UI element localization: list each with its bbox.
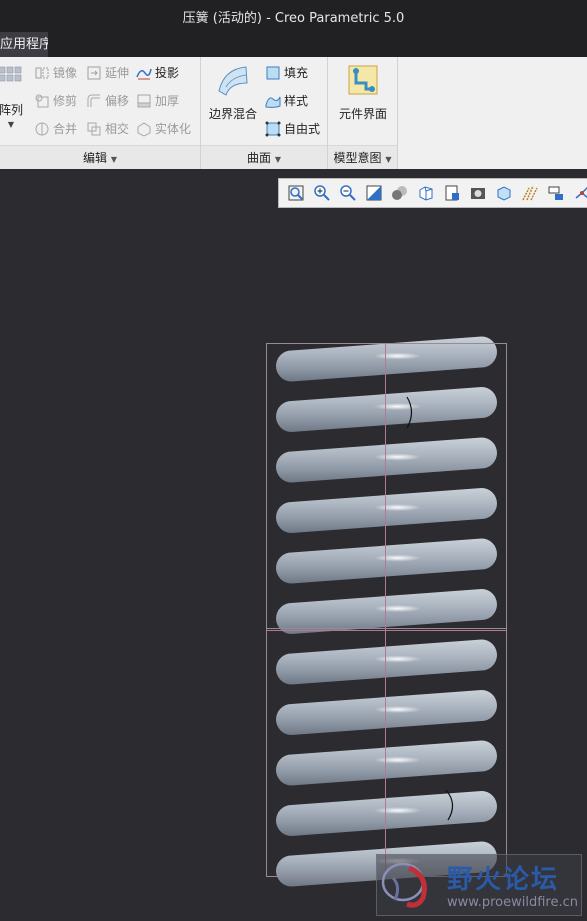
intersect-icon (86, 121, 102, 137)
solidify-label: 实体化 (155, 122, 192, 136)
spring-coil-highlight (373, 453, 422, 461)
intersect-label: 相交 (105, 122, 130, 136)
array-label: 阵列 (0, 103, 23, 117)
ribbon-empty-area (398, 57, 587, 169)
project-icon (136, 65, 152, 81)
group-edit-label[interactable]: 编辑 ▼ (0, 145, 200, 169)
bounding-box-upper (266, 343, 507, 629)
spring-coil-highlight (373, 605, 422, 612)
spring-coil-highlight (373, 504, 422, 511)
tab-applications-label: 应用程序 (0, 37, 48, 52)
merge-button[interactable]: 合并 (34, 120, 77, 137)
group-edit-title: 编辑 (83, 151, 108, 165)
array-button[interactable]: 阵列 ▼ (0, 65, 26, 129)
fill-label: 填充 (284, 66, 309, 80)
extend-label: 延伸 (105, 66, 130, 80)
trim-label: 修剪 (53, 94, 78, 108)
trim-button[interactable]: 修剪 (34, 92, 77, 109)
mirror-label: 镜像 (53, 66, 78, 80)
ribbon-tab-row: 应用程序 (0, 32, 587, 57)
chevron-down-icon: ▼ (274, 155, 281, 164)
project-label: 投影 (155, 66, 180, 80)
component-interface-icon (346, 63, 380, 97)
spring-coil-highlight (373, 655, 422, 663)
solidify-button[interactable]: 实体化 (136, 120, 191, 137)
spring-coil-highlight (373, 706, 422, 713)
spring-coil-highlight (373, 403, 422, 410)
project-button[interactable]: 投影 (136, 64, 179, 81)
boundary-blend-button[interactable]: 边界混合 (205, 63, 261, 122)
mirror-button[interactable]: 镜像 (34, 64, 77, 81)
style-icon (265, 93, 281, 109)
offset-icon (86, 93, 102, 109)
spring-coil-highlight (373, 554, 422, 562)
watermark-url: www.proewildfire.cn (447, 895, 578, 910)
component-interface-button[interactable]: 元件界面 (332, 63, 394, 122)
thicken-button[interactable]: 加厚 (136, 92, 179, 109)
thicken-label: 加厚 (155, 94, 180, 108)
merge-label: 合并 (53, 122, 78, 136)
boundary-blend-icon (216, 63, 250, 97)
component-interface-label: 元件界面 (338, 107, 387, 121)
watermark-logo-icon (381, 862, 427, 908)
boundary-blend-label: 边界混合 (208, 107, 257, 121)
merge-icon (34, 121, 50, 137)
fill-icon (265, 65, 281, 81)
group-surface-title: 曲面 (247, 151, 272, 165)
group-edit: 阵列 ▼ 镜像 延伸 投影 修剪 偏移 加厚 合并 相交 实体化 编辑 ▼ (0, 57, 201, 169)
extend-icon (86, 65, 102, 81)
style-button[interactable]: 样式 (265, 92, 308, 109)
spring-coil-highlight (373, 756, 422, 764)
fill-button[interactable]: 填充 (265, 64, 308, 81)
spring-model[interactable] (0, 170, 587, 921)
freestyle-label: 自由式 (284, 122, 321, 136)
tab-applications[interactable]: 应用程序 (0, 32, 48, 57)
offset-button[interactable]: 偏移 (86, 92, 129, 109)
mirror-icon (34, 65, 50, 81)
graphics-window[interactable]: 野火论坛 www.proewildfire.cn (0, 170, 587, 921)
group-surface-label[interactable]: 曲面 ▼ (201, 145, 327, 169)
spring-coils (276, 336, 497, 887)
solidify-icon (136, 121, 152, 137)
watermark: 野火论坛 www.proewildfire.cn (376, 854, 582, 916)
trim-icon (34, 93, 50, 109)
spring-coil-highlight (373, 352, 422, 360)
ribbon: 阵列 ▼ 镜像 延伸 投影 修剪 偏移 加厚 合并 相交 实体化 编辑 ▼ 边界… (0, 57, 587, 169)
offset-label: 偏移 (105, 94, 130, 108)
freestyle-button[interactable]: 自由式 (265, 120, 320, 137)
intersect-button[interactable]: 相交 (86, 120, 129, 137)
chevron-down-icon: ▼ (110, 155, 117, 164)
group-model-intent: 元件界面 模型意图 ▼ (328, 57, 398, 169)
freestyle-icon (265, 121, 281, 137)
group-model-intent-label[interactable]: 模型意图 ▼ (328, 145, 397, 169)
spring-coil-highlight (373, 807, 422, 814)
extend-button[interactable]: 延伸 (86, 64, 129, 81)
watermark-title: 野火论坛 (447, 865, 560, 895)
group-surface: 边界混合 填充 样式 自由式 曲面 ▼ (201, 57, 328, 169)
title-bar: 压簧 (活动的) - Creo Parametric 5.0 (0, 0, 587, 32)
chevron-down-icon: ▼ (385, 155, 392, 164)
array-dropdown-icon[interactable]: ▼ (8, 120, 14, 129)
thicken-icon (136, 93, 152, 109)
window-title: 压簧 (活动的) - Creo Parametric 5.0 (182, 10, 405, 26)
style-label: 样式 (284, 94, 309, 108)
array-icon (0, 65, 22, 91)
group-model-intent-title: 模型意图 (333, 151, 382, 165)
